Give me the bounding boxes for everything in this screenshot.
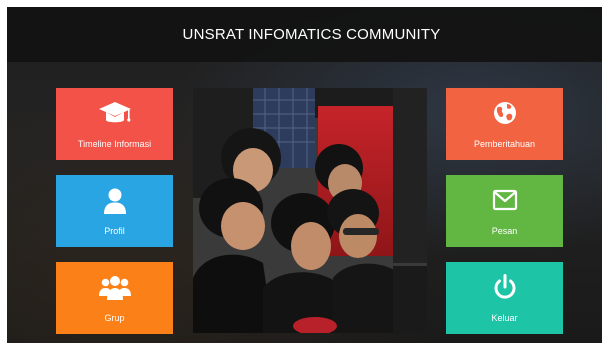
globe-icon: [493, 101, 516, 124]
pemberitahuan-label: Pemberitahuan: [473, 138, 536, 149]
envelope-icon: [492, 189, 517, 210]
timeline-informasi-label: Timeline Informasi: [77, 138, 152, 149]
group-icon: [98, 275, 131, 300]
profil-label: Profil: [104, 225, 125, 236]
grup-label: Grup: [104, 312, 125, 323]
graduation-cap-icon: [98, 101, 131, 122]
keluar-tile[interactable]: Keluar: [446, 262, 563, 334]
page-title: UNSRAT INFOMATICS COMMUNITY: [182, 26, 441, 43]
app-window: UNSRAT INFOMATICS COMMUNITY Timeline Inf…: [7, 7, 602, 343]
pesan-tile[interactable]: Pesan: [446, 175, 563, 247]
header-bar: UNSRAT INFOMATICS COMMUNITY: [7, 7, 602, 62]
students-photo-image: [193, 88, 427, 333]
grup-tile[interactable]: Grup: [56, 262, 173, 334]
community-photo: [193, 88, 427, 333]
timeline-informasi-tile[interactable]: Timeline Informasi: [56, 88, 173, 160]
pemberitahuan-tile[interactable]: Pemberitahuan: [446, 88, 563, 160]
pesan-label: Pesan: [491, 225, 518, 236]
user-icon: [103, 188, 126, 214]
keluar-label: Keluar: [491, 312, 518, 323]
power-icon: [494, 273, 515, 299]
profil-tile[interactable]: Profil: [56, 175, 173, 247]
